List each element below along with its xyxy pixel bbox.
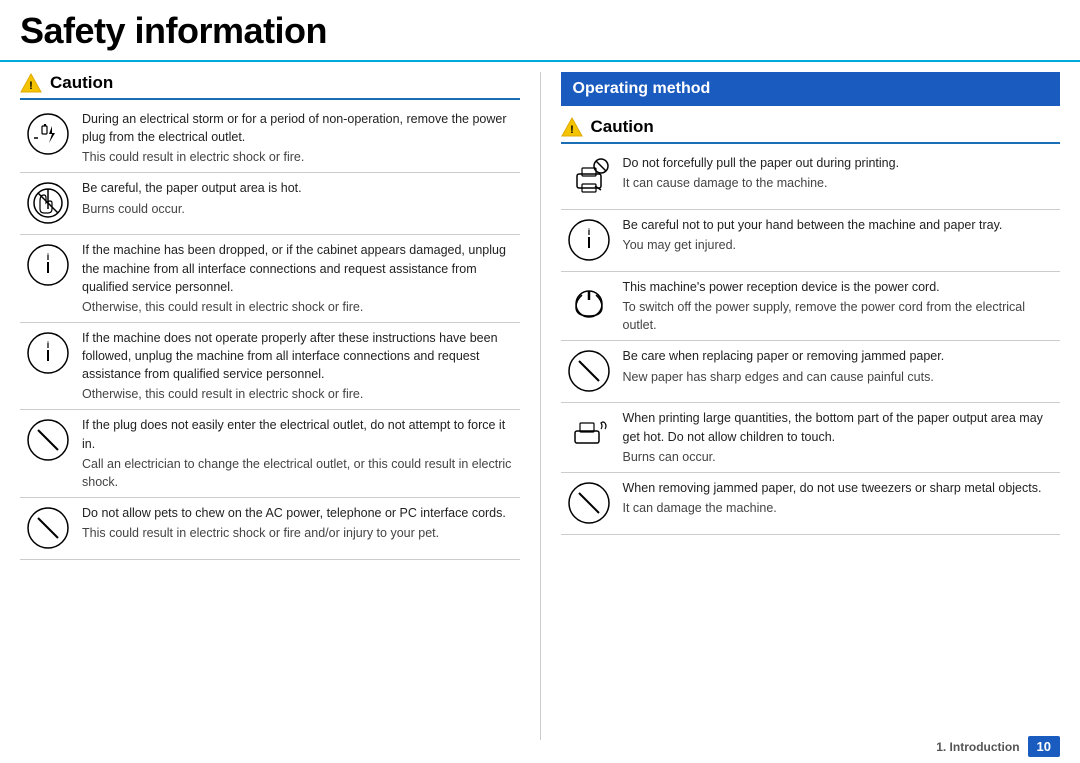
text-cell: Be careful not to put your hand between …: [617, 210, 1061, 272]
no-pull-paper-icon: [567, 156, 611, 200]
right-divider: [561, 142, 1061, 144]
left-column: ! Caution: [20, 72, 541, 740]
machine-nooperate-icon: i: [26, 331, 70, 375]
power-storm-icon: [26, 112, 70, 156]
icon-cell: i: [20, 235, 76, 323]
caution-heading: ! Caution: [20, 72, 520, 94]
svg-text:i: i: [47, 340, 50, 350]
svg-text:i: i: [47, 252, 50, 262]
icon-cell: [20, 104, 76, 173]
text-cell: During an electrical storm or for a peri…: [76, 104, 520, 173]
footer-section-label: 1. Introduction: [936, 740, 1019, 754]
svg-text:i: i: [587, 227, 590, 237]
icon-cell: [20, 410, 76, 498]
svg-text:!: !: [29, 80, 33, 92]
page-title: Safety information: [20, 10, 327, 51]
caution-triangle-icon: !: [20, 72, 42, 94]
left-info-table: During an electrical storm or for a peri…: [20, 104, 520, 560]
left-divider: [20, 98, 520, 100]
hot-output-icon: [26, 181, 70, 225]
right-caution-label: Caution: [591, 117, 654, 137]
icon-cell: [561, 341, 617, 403]
table-row: Be care when replacing paper or removing…: [561, 341, 1061, 403]
page-header: Safety information: [0, 0, 1080, 62]
text-cell: When removing jammed paper, do not use t…: [617, 472, 1061, 534]
svg-text:!: !: [570, 124, 574, 136]
right-caution-heading: ! Caution: [561, 116, 1061, 138]
right-caution-triangle-icon: !: [561, 116, 583, 138]
icon-cell: [561, 148, 617, 210]
table-row: i Be careful not to put your hand betwee…: [561, 210, 1061, 272]
icon-cell: [20, 173, 76, 235]
icon-cell: [561, 403, 617, 472]
icon-cell: [561, 472, 617, 534]
text-cell: Do not allow pets to chew on the AC powe…: [76, 497, 520, 559]
table-row: During an electrical storm or for a peri…: [20, 104, 520, 173]
text-cell: If the machine does not operate properly…: [76, 322, 520, 410]
table-row: Do not forcefully pull the paper out dur…: [561, 148, 1061, 210]
power-cord-icon: [567, 280, 611, 324]
plug-no-force-icon: [26, 418, 70, 462]
text-cell: If the machine has been dropped, or if t…: [76, 235, 520, 323]
icon-cell: i: [20, 322, 76, 410]
hand-between-icon: i: [567, 218, 611, 262]
table-row: When removing jammed paper, do not use t…: [561, 472, 1061, 534]
no-pets-icon: [26, 506, 70, 550]
text-cell: Do not forcefully pull the paper out dur…: [617, 148, 1061, 210]
table-row: Do not allow pets to chew on the AC powe…: [20, 497, 520, 559]
no-tweezers-icon: [567, 481, 611, 525]
text-cell: If the plug does not easily enter the el…: [76, 410, 520, 498]
right-column: Operating method ! Caution: [541, 72, 1061, 740]
machine-drop-icon: i: [26, 243, 70, 287]
text-cell: When printing large quantities, the bott…: [617, 403, 1061, 472]
right-info-table: Do not forcefully pull the paper out dur…: [561, 148, 1061, 535]
text-cell: This machine's power reception device is…: [617, 272, 1061, 341]
footer-page-number: 10: [1028, 736, 1060, 757]
large-print-hot-icon: [567, 411, 611, 455]
left-caution-label: Caution: [50, 73, 113, 93]
icon-cell: [561, 272, 617, 341]
table-row: If the plug does not easily enter the el…: [20, 410, 520, 498]
icon-cell: [20, 497, 76, 559]
table-row: When printing large quantities, the bott…: [561, 403, 1061, 472]
table-row: i If the machine has been dropped, or if…: [20, 235, 520, 323]
main-content: ! Caution: [0, 62, 1080, 750]
jammed-paper-icon: [567, 349, 611, 393]
icon-cell: i: [561, 210, 617, 272]
text-cell: Be careful, the paper output area is hot…: [76, 173, 520, 235]
table-row: This machine's power reception device is…: [561, 272, 1061, 341]
table-row: Be careful, the paper output area is hot…: [20, 173, 520, 235]
operating-method-header: Operating method: [561, 72, 1061, 106]
table-row: i If the machine does not operate proper…: [20, 322, 520, 410]
text-cell: Be care when replacing paper or removing…: [617, 341, 1061, 403]
page-footer: 1. Introduction 10: [0, 730, 1080, 763]
